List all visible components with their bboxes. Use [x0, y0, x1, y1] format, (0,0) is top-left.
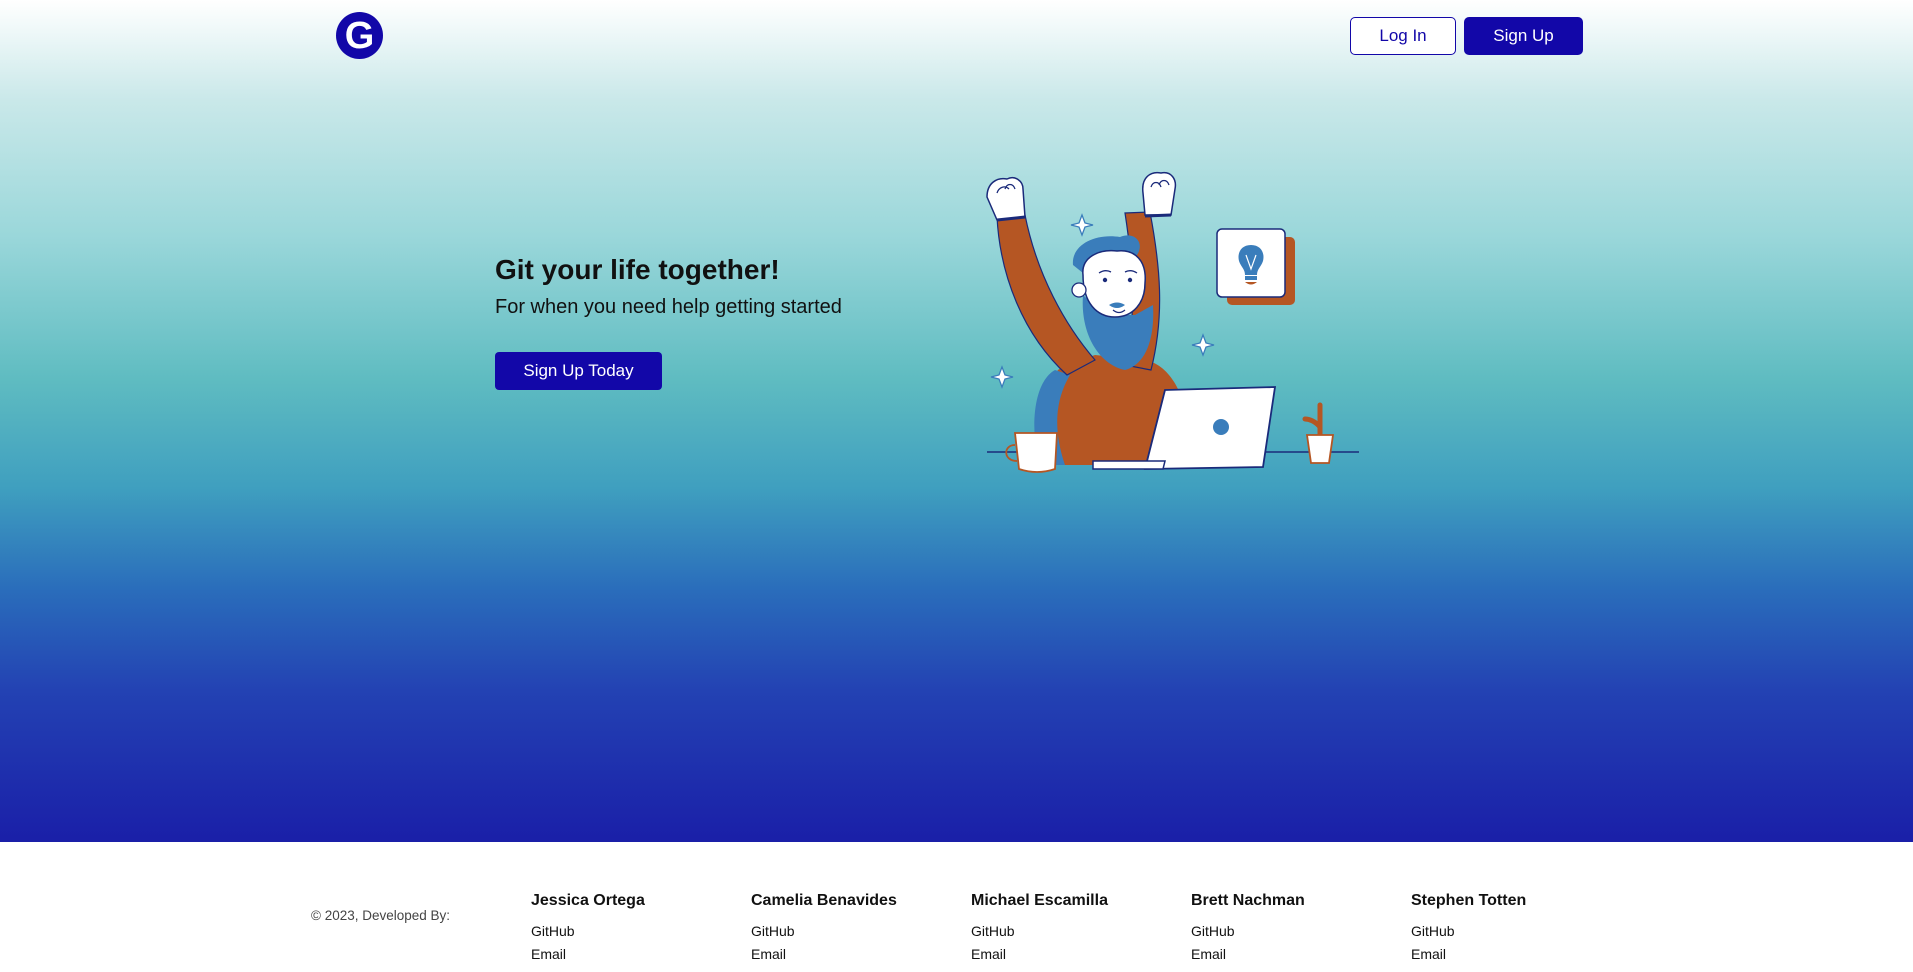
developer-card: Camelia Benavides GitHub Email [751, 892, 951, 969]
github-link[interactable]: GitHub [971, 923, 1171, 939]
email-link[interactable]: Email [1191, 946, 1391, 962]
developer-card: Brett Nachman GitHub Email [1191, 892, 1391, 969]
right-fist-icon [1142, 171, 1177, 218]
logo[interactable]: G [336, 12, 383, 59]
developer-name: Camelia Benavides [751, 892, 897, 909]
footer: © 2023, Developed By: Jessica Ortega Git… [0, 842, 1913, 972]
github-link[interactable]: GitHub [531, 923, 731, 939]
login-button[interactable]: Log In [1350, 17, 1456, 55]
left-fist-icon [986, 177, 1026, 222]
hero-subtitle: For when you need help getting started [495, 296, 842, 318]
celebrating-person-laptop-illustration [986, 171, 1359, 475]
developer-card: Jessica Ortega GitHub Email [531, 892, 731, 969]
right-eye [1127, 277, 1133, 283]
ear [1071, 282, 1087, 298]
github-link[interactable]: GitHub [1191, 923, 1391, 939]
github-link[interactable]: GitHub [1411, 923, 1611, 939]
email-link[interactable]: Email [751, 946, 951, 962]
signup-button[interactable]: Sign Up [1464, 17, 1583, 55]
sparkle-icon [1070, 213, 1094, 237]
developer-card: Stephen Totten GitHub Email [1411, 892, 1611, 969]
developer-name: Brett Nachman [1191, 892, 1305, 909]
email-link[interactable]: Email [1411, 946, 1611, 962]
email-link[interactable]: Email [531, 946, 731, 962]
email-link[interactable]: Email [971, 946, 1171, 962]
developer-name: Michael Escamilla [971, 892, 1108, 909]
hero-title: Git your life together! [495, 254, 780, 285]
developer-name: Stephen Totten [1411, 892, 1527, 909]
signup-today-button[interactable]: Sign Up Today [495, 352, 662, 390]
left-eye [1102, 277, 1108, 283]
plant-icon [1302, 402, 1335, 464]
hero-section: G Log In Sign Up Git your life together!… [0, 0, 1913, 842]
developer-name: Jessica Ortega [531, 892, 645, 909]
github-link[interactable]: GitHub [751, 923, 951, 939]
sparkle-icon [990, 365, 1014, 389]
sparkle-icon [1191, 333, 1215, 357]
logo-letter: G [344, 14, 375, 57]
copyright-text: © 2023, Developed By: [311, 908, 451, 923]
lightbulb-icon [1216, 228, 1295, 305]
developer-card: Michael Escamilla GitHub Email [971, 892, 1171, 969]
